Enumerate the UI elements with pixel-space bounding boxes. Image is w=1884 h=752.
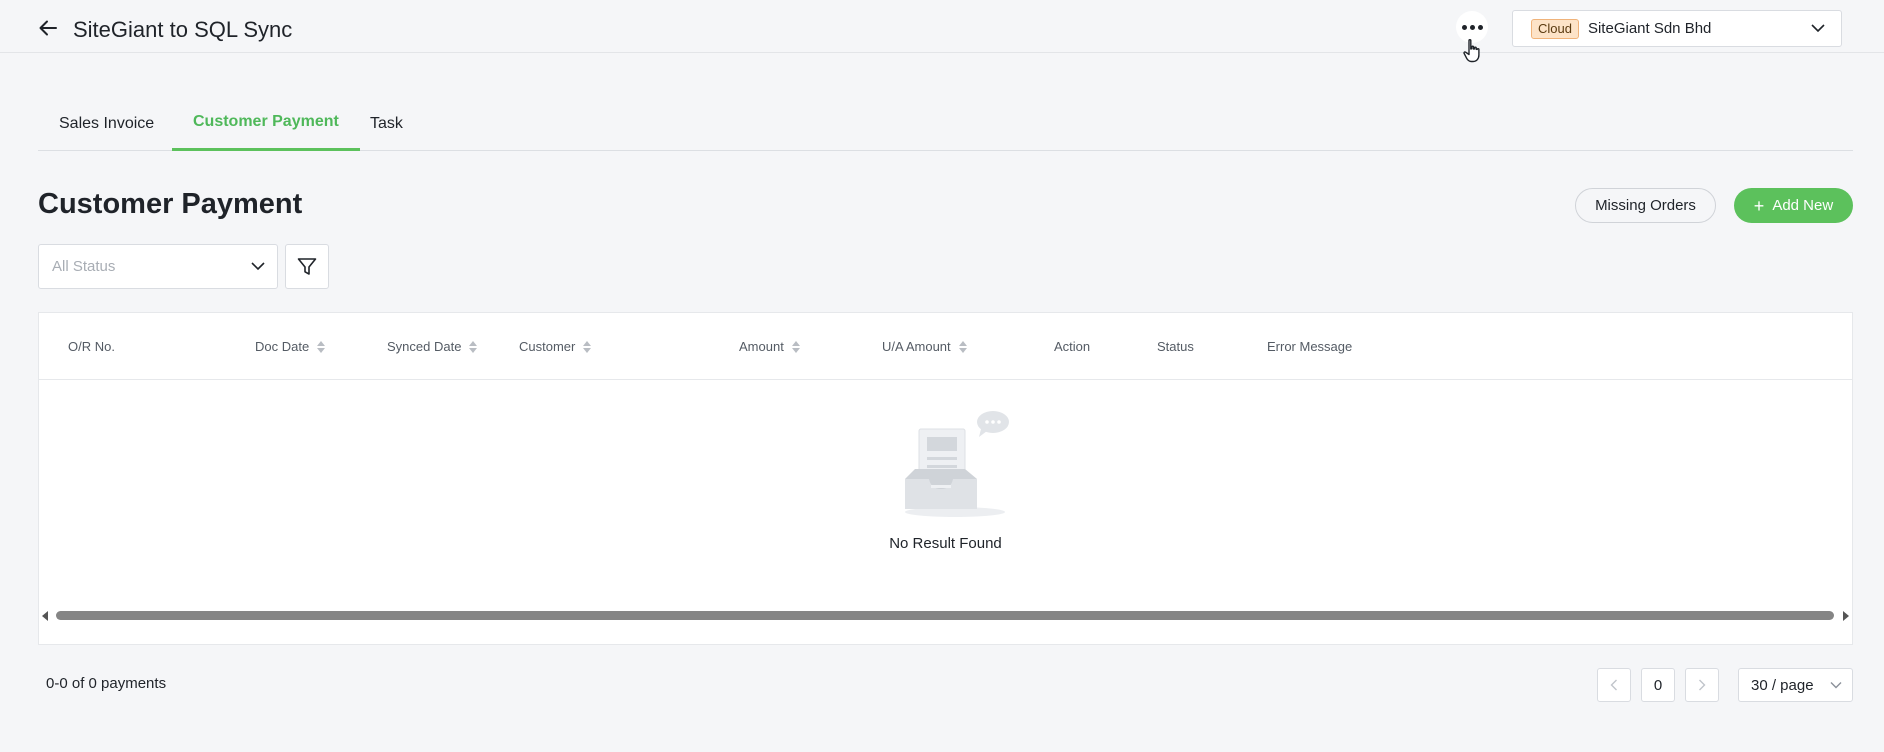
- chevron-down-icon: [1830, 682, 1842, 689]
- company-name: SiteGiant Sdn Bhd: [1587, 20, 1712, 37]
- status-placeholder: All Status: [52, 258, 116, 275]
- add-new-label: Add New: [1772, 197, 1834, 214]
- chevron-right-icon: [1699, 679, 1706, 691]
- chevron-down-icon: [1811, 24, 1825, 33]
- column-header-error-message: Error Message: [1267, 339, 1353, 354]
- column-header-customer[interactable]: Customer: [519, 313, 592, 380]
- column-header-status: Status: [1157, 339, 1194, 354]
- column-header-synced-date[interactable]: Synced Date: [387, 313, 478, 380]
- company-select[interactable]: Cloud SiteGiant Sdn Bhd: [1512, 10, 1842, 47]
- pagination-summary: 0-0 of 0 payments: [46, 675, 167, 692]
- app-header: SiteGiant to SQL Sync Cloud SiteGiant Sd…: [0, 0, 1884, 63]
- scroll-right-arrow-icon[interactable]: [1843, 611, 1849, 621]
- back-button[interactable]: [36, 16, 60, 40]
- cloud-badge: Cloud: [1531, 18, 1579, 39]
- prev-page-button[interactable]: [1597, 668, 1631, 702]
- app-title: SiteGiant to SQL Sync: [73, 17, 293, 42]
- empty-state: No Result Found: [39, 409, 1852, 552]
- chevron-left-icon: [1610, 679, 1617, 691]
- page-size-select[interactable]: 30 / page: [1738, 668, 1853, 702]
- filter-button[interactable]: [285, 244, 329, 289]
- sort-icon[interactable]: [791, 340, 800, 353]
- table-header: O/R No. Doc Date Synced Date Customer Am…: [39, 313, 1852, 380]
- plus-icon: +: [1753, 195, 1765, 216]
- hand-pointer-icon: [1463, 39, 1480, 63]
- scrollbar-thumb[interactable]: [56, 611, 1834, 620]
- add-new-button[interactable]: + Add New: [1734, 188, 1853, 223]
- scroll-left-arrow-icon[interactable]: [42, 611, 48, 621]
- payments-table: O/R No. Doc Date Synced Date Customer Am…: [38, 312, 1853, 645]
- column-header-action: Action: [1054, 339, 1091, 354]
- sort-icon[interactable]: [583, 340, 592, 353]
- next-page-button[interactable]: [1685, 668, 1719, 702]
- empty-state-text: No Result Found: [889, 535, 1002, 552]
- sort-icon[interactable]: [317, 340, 326, 353]
- tab-bar: Sales Invoice Customer Payment Task: [38, 96, 1853, 151]
- missing-orders-button[interactable]: Missing Orders: [1575, 188, 1716, 223]
- tab-task[interactable]: Task: [349, 96, 424, 151]
- tab-sales-invoice[interactable]: Sales Invoice: [38, 96, 175, 151]
- funnel-icon: [297, 257, 317, 275]
- column-header-amount[interactable]: Amount: [739, 313, 800, 380]
- status-filter-select[interactable]: All Status: [38, 244, 278, 289]
- page-title: Customer Payment: [38, 188, 303, 220]
- sort-icon[interactable]: [958, 340, 967, 353]
- column-header-ua-amount[interactable]: U/A Amount: [882, 313, 967, 380]
- tab-customer-payment[interactable]: Customer Payment: [172, 96, 360, 151]
- column-header-doc-date[interactable]: Doc Date: [255, 313, 326, 380]
- horizontal-scrollbar[interactable]: [39, 608, 1852, 622]
- chevron-down-icon: [251, 262, 265, 271]
- empty-inbox-icon: [905, 411, 1009, 517]
- arrow-left-icon: [39, 20, 57, 36]
- sort-icon[interactable]: [469, 340, 478, 353]
- column-header-or-no: O/R No.: [68, 339, 115, 354]
- page-size-value: 30 / page: [1751, 676, 1814, 694]
- more-horizontal-icon: [1461, 24, 1483, 30]
- current-page-input[interactable]: 0: [1641, 668, 1675, 702]
